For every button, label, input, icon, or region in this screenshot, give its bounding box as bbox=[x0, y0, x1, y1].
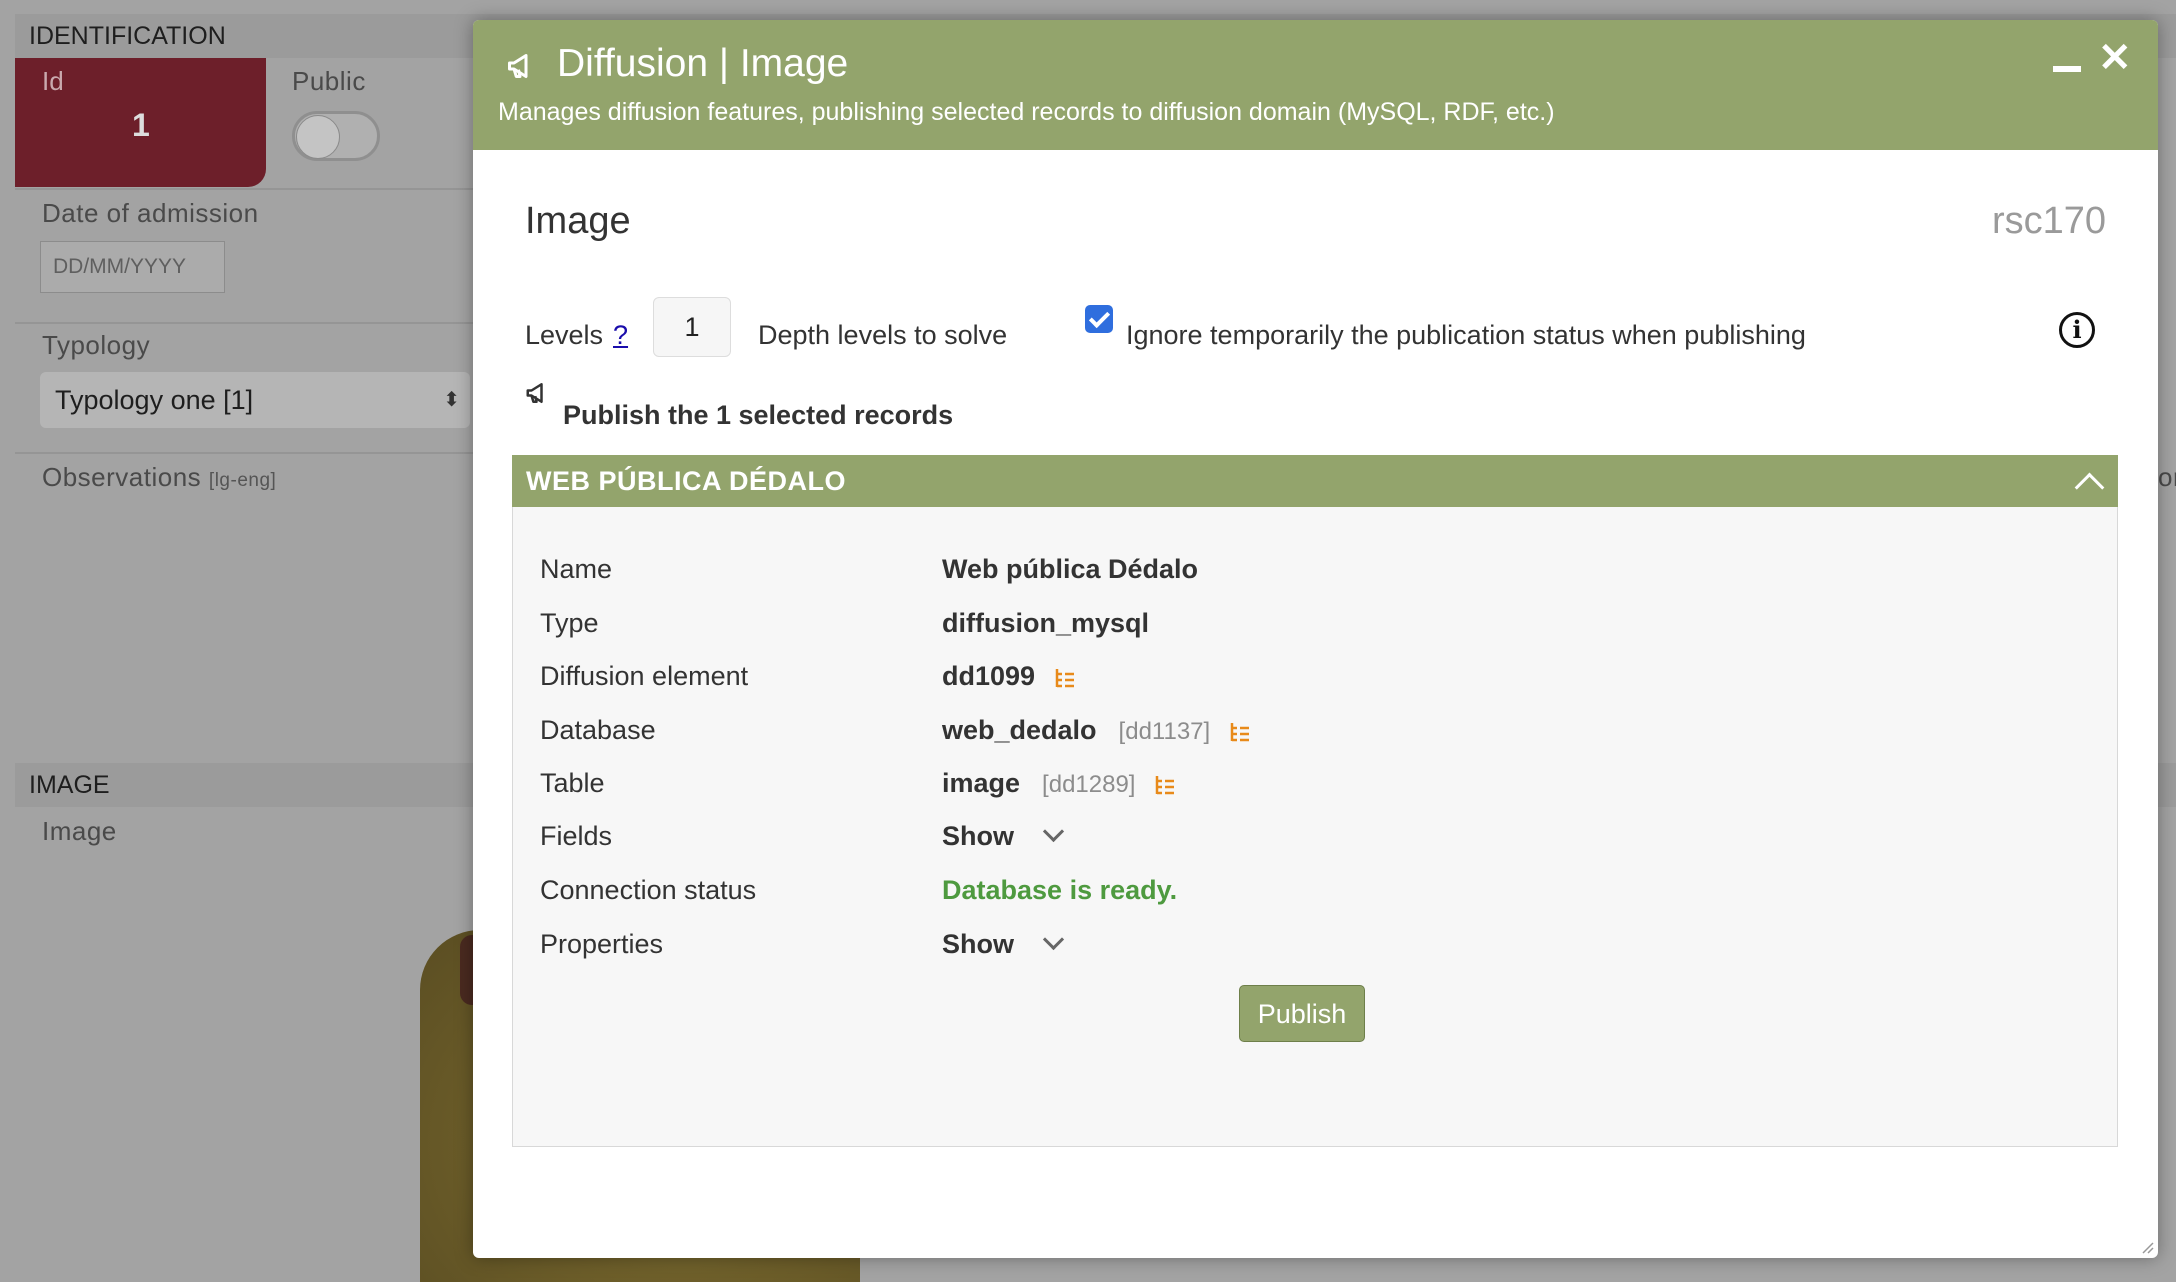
typology-select[interactable]: Typology one [1] ⬍ bbox=[40, 372, 470, 428]
typology-select-value: Typology one [1] bbox=[55, 385, 254, 415]
element-row: dd1099 bbox=[942, 661, 1077, 692]
fields-toggle[interactable]: Show bbox=[942, 820, 1065, 852]
public-label: Public bbox=[292, 66, 366, 96]
chevron-down-icon[interactable] bbox=[1042, 820, 1065, 843]
status-label: Connection status bbox=[540, 875, 757, 905]
select-arrows-icon: ⬍ bbox=[443, 389, 460, 411]
panel-header[interactable]: WEB PÚBLICA DÉDALO bbox=[512, 455, 2118, 507]
publish-selected-label[interactable]: Publish the 1 selected records bbox=[563, 400, 953, 431]
name-label: Name bbox=[540, 554, 613, 584]
panel-title: WEB PÚBLICA DÉDALO bbox=[526, 466, 846, 496]
database-value: web_dedalo bbox=[942, 715, 1097, 745]
properties-label: Properties bbox=[540, 929, 664, 959]
divider bbox=[15, 188, 475, 190]
table-value: image bbox=[942, 768, 1021, 798]
fields-label: Fields bbox=[540, 821, 613, 851]
levels-help-link[interactable]: ? bbox=[613, 320, 628, 351]
observations-label: Observations [lg-eng] bbox=[42, 462, 276, 493]
section-tipo: rsc170 bbox=[1991, 200, 2106, 242]
id-label: Id bbox=[42, 66, 64, 96]
status-value: Database is ready. bbox=[942, 875, 1178, 905]
divider bbox=[15, 322, 475, 324]
modal-subtitle: Manages diffusion features, publishing s… bbox=[498, 98, 1555, 126]
fields-show[interactable]: Show bbox=[942, 821, 1014, 851]
observations-lang: [lg-eng] bbox=[208, 470, 277, 491]
divider bbox=[15, 452, 475, 454]
publish-button[interactable]: Publish bbox=[1239, 985, 1365, 1042]
tree-icon[interactable] bbox=[1228, 720, 1252, 744]
properties-toggle[interactable]: Show bbox=[942, 928, 1065, 960]
properties-show[interactable]: Show bbox=[942, 929, 1014, 959]
close-button[interactable]: ✕ bbox=[2098, 38, 2132, 78]
database-label: Database bbox=[540, 715, 656, 745]
element-value: dd1099 bbox=[942, 661, 1036, 691]
tree-icon[interactable] bbox=[1153, 773, 1177, 797]
levels-input[interactable]: 1 bbox=[653, 297, 731, 357]
date-input[interactable]: DD/MM/YYYY bbox=[40, 241, 225, 293]
type-value: diffusion_mysql bbox=[942, 608, 1150, 638]
database-tipo: [dd1137] bbox=[1118, 718, 1211, 745]
element-label: Diffusion element bbox=[540, 661, 749, 691]
table-row: image [dd1289] bbox=[942, 768, 1177, 799]
info-icon[interactable]: i bbox=[2059, 312, 2095, 348]
diffusion-panel: WEB PÚBLICA DÉDALO bbox=[512, 455, 2118, 1147]
chevron-up-icon[interactable] bbox=[2074, 472, 2105, 503]
database-row: web_dedalo [dd1137] bbox=[942, 715, 1252, 746]
levels-label: Levels bbox=[525, 320, 604, 350]
typology-label: Typology bbox=[42, 330, 151, 360]
depth-label: Depth levels to solve bbox=[758, 320, 1008, 350]
minimize-button[interactable] bbox=[2053, 66, 2081, 72]
modal-title: Diffusion | Image bbox=[557, 42, 849, 85]
chevron-down-icon[interactable] bbox=[1042, 928, 1065, 951]
public-toggle[interactable] bbox=[292, 111, 380, 161]
resize-handle-icon[interactable] bbox=[2138, 1238, 2154, 1254]
type-label: Type bbox=[540, 608, 599, 638]
megaphone-icon bbox=[526, 383, 543, 403]
name-value: Web pública Dédalo bbox=[942, 554, 1199, 584]
table-tipo: [dd1289] bbox=[1042, 771, 1136, 798]
diffusion-modal: Diffusion | Image Manages diffusion feat… bbox=[473, 20, 2158, 1258]
observations-label-text: Observations bbox=[42, 462, 202, 492]
megaphone-icon bbox=[508, 54, 528, 78]
ignore-status-label[interactable]: Ignore temporarily the publication statu… bbox=[1126, 320, 1806, 351]
section-title: Image bbox=[525, 200, 631, 242]
id-value: 1 bbox=[132, 107, 150, 143]
tree-icon[interactable] bbox=[1053, 666, 1077, 690]
image-label: Image bbox=[42, 816, 117, 846]
clipped-label: or bbox=[2158, 462, 2176, 492]
modal-header[interactable]: Diffusion | Image Manages diffusion feat… bbox=[473, 20, 2158, 150]
table-label: Table bbox=[540, 768, 605, 798]
date-label: Date of admission bbox=[42, 198, 259, 228]
ignore-status-checkbox[interactable] bbox=[1085, 305, 1113, 333]
